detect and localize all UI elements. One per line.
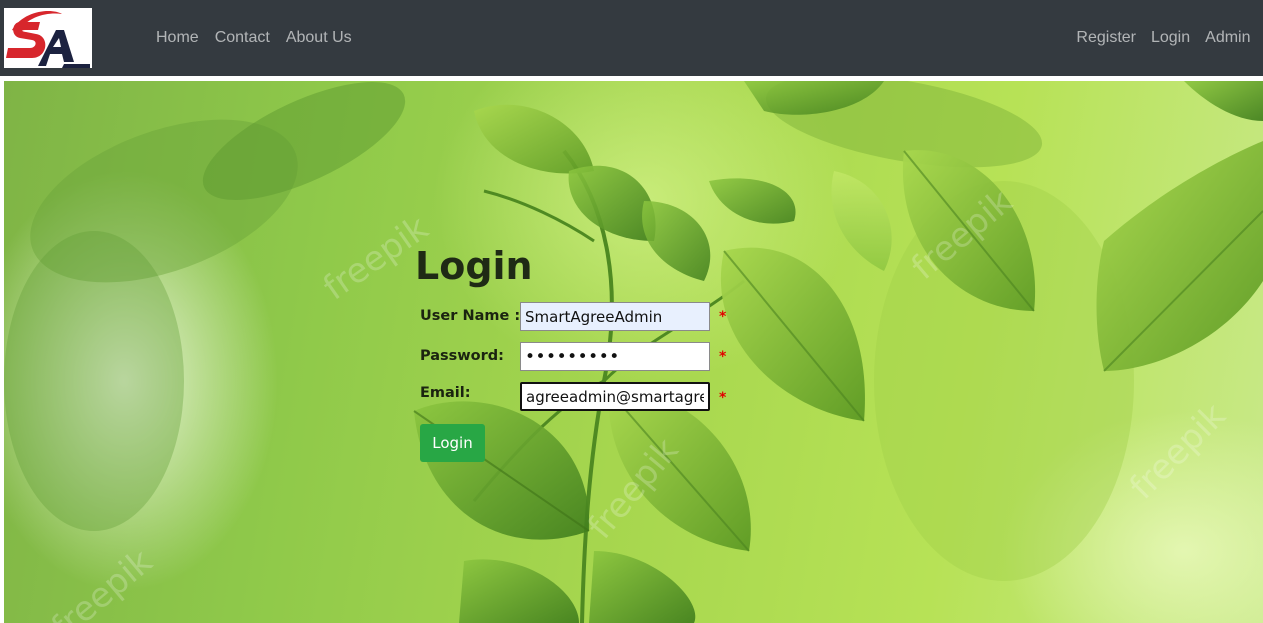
- email-required-mark: *: [719, 390, 727, 406]
- login-submit-button[interactable]: Login: [420, 424, 485, 462]
- nav-register-link[interactable]: Register: [1069, 26, 1144, 50]
- password-input[interactable]: [520, 342, 710, 371]
- nav-contact-link[interactable]: Contact: [207, 26, 278, 50]
- password-label: Password:: [420, 348, 504, 364]
- username-required-mark: *: [719, 309, 727, 325]
- email-label: Email:: [420, 385, 471, 401]
- username-label: User Name :: [420, 308, 521, 324]
- navbar: Home Contact About Us Register Login Adm…: [0, 0, 1263, 76]
- svg-text:freepik: freepik: [1122, 396, 1234, 508]
- brand-logo[interactable]: [4, 8, 92, 68]
- password-required-mark: *: [719, 349, 727, 365]
- nav-home-link[interactable]: Home: [148, 26, 207, 50]
- login-heading: Login: [415, 244, 533, 288]
- main-nav: Home Contact About Us: [148, 0, 360, 76]
- username-input[interactable]: [520, 302, 710, 331]
- account-nav: Register Login Admin: [1069, 0, 1258, 76]
- nav-admin-link[interactable]: Admin: [1198, 26, 1258, 50]
- nav-login-link[interactable]: Login: [1143, 26, 1197, 50]
- email-input[interactable]: [520, 382, 710, 411]
- nav-about-link[interactable]: About Us: [278, 26, 360, 50]
- sa-logo-icon: [6, 11, 90, 68]
- svg-text:freepik: freepik: [44, 541, 160, 623]
